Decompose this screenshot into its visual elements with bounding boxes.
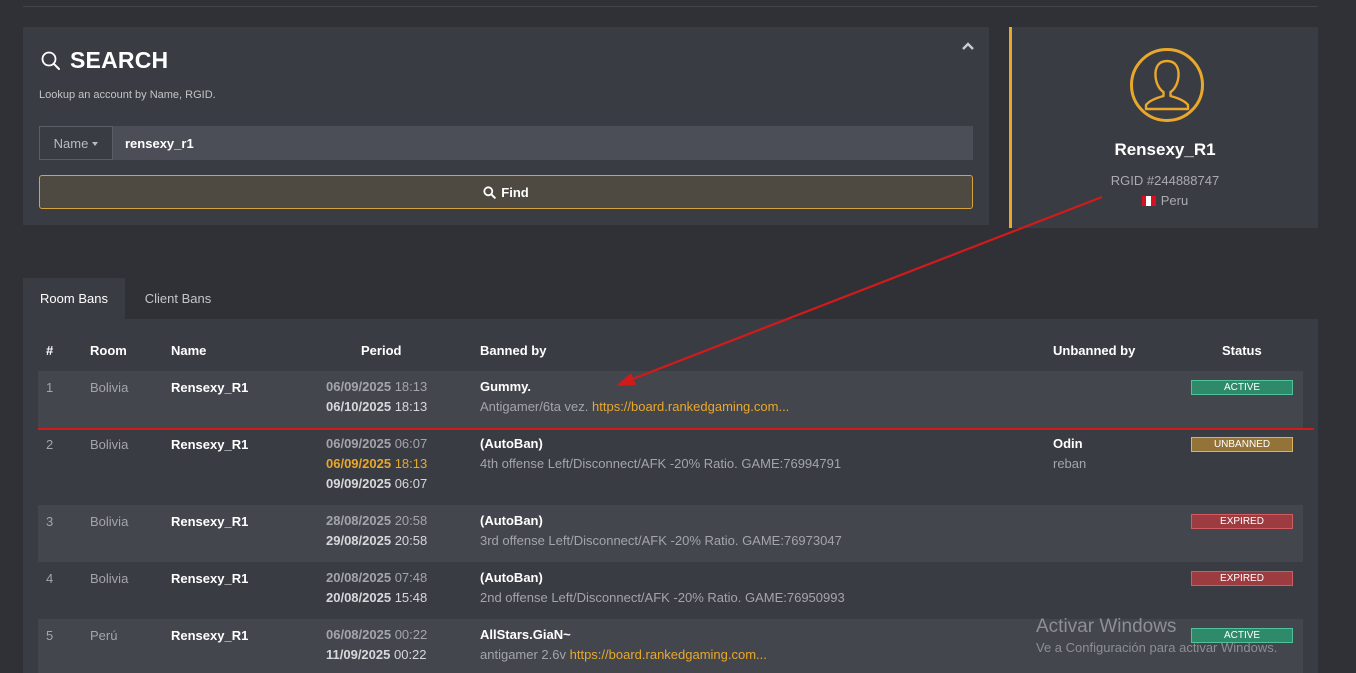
watermark-title: Activar Windows [1036,616,1177,637]
watermark-subtitle: Ve a Configuración para activar Windows. [1036,640,1278,655]
windows-activation-watermark: Activar Windows Ve a Configuración para … [1036,616,1277,655]
annotation-arrow [616,195,1103,386]
